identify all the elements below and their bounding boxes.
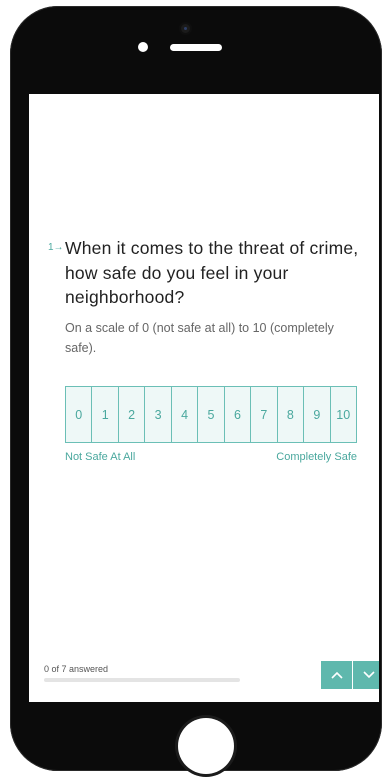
question-description: On a scale of 0 (not safe at all) to 10 … bbox=[65, 321, 334, 355]
chevron-up-icon bbox=[330, 671, 343, 679]
answered-count: 0 of 7 answered bbox=[44, 664, 109, 674]
scale-option-2[interactable]: 2 bbox=[117, 387, 144, 442]
previous-question-button[interactable] bbox=[321, 661, 352, 689]
scale-option-5[interactable]: 5 bbox=[197, 387, 223, 442]
scale-option-0[interactable]: 0 bbox=[66, 387, 91, 442]
question-nav bbox=[321, 661, 379, 689]
scale-option-3[interactable]: 3 bbox=[144, 387, 170, 442]
scale-option-8[interactable]: 8 bbox=[276, 387, 303, 442]
scale-label-left: Not Safe At All bbox=[65, 451, 136, 463]
scale-option-10[interactable]: 10 bbox=[329, 387, 356, 442]
sensor-dot bbox=[138, 42, 148, 52]
next-question-button[interactable] bbox=[353, 661, 379, 689]
scale-option-6[interactable]: 6 bbox=[223, 387, 250, 442]
scale-option-4[interactable]: 4 bbox=[170, 387, 197, 442]
screen: 1→ When it comes to the threat of crime,… bbox=[29, 94, 379, 702]
progress-bar bbox=[44, 678, 240, 682]
scale-option-9[interactable]: 9 bbox=[303, 387, 329, 442]
camera bbox=[181, 24, 190, 33]
chevron-down-icon bbox=[362, 671, 375, 679]
scale-option-7[interactable]: 7 bbox=[250, 387, 276, 442]
speaker-grille bbox=[170, 44, 222, 51]
question-number: 1→ bbox=[48, 242, 64, 253]
scale-label-right: Completely Safe bbox=[276, 451, 357, 463]
home-button[interactable] bbox=[178, 718, 234, 774]
phone-frame: 1→ When it comes to the threat of crime,… bbox=[10, 6, 382, 774]
scale-option-1[interactable]: 1 bbox=[91, 387, 117, 442]
opinion-scale: 0 1 2 3 4 5 6 7 8 9 10 bbox=[65, 386, 357, 443]
question-text: When it comes to the threat of crime, ho… bbox=[65, 238, 359, 307]
